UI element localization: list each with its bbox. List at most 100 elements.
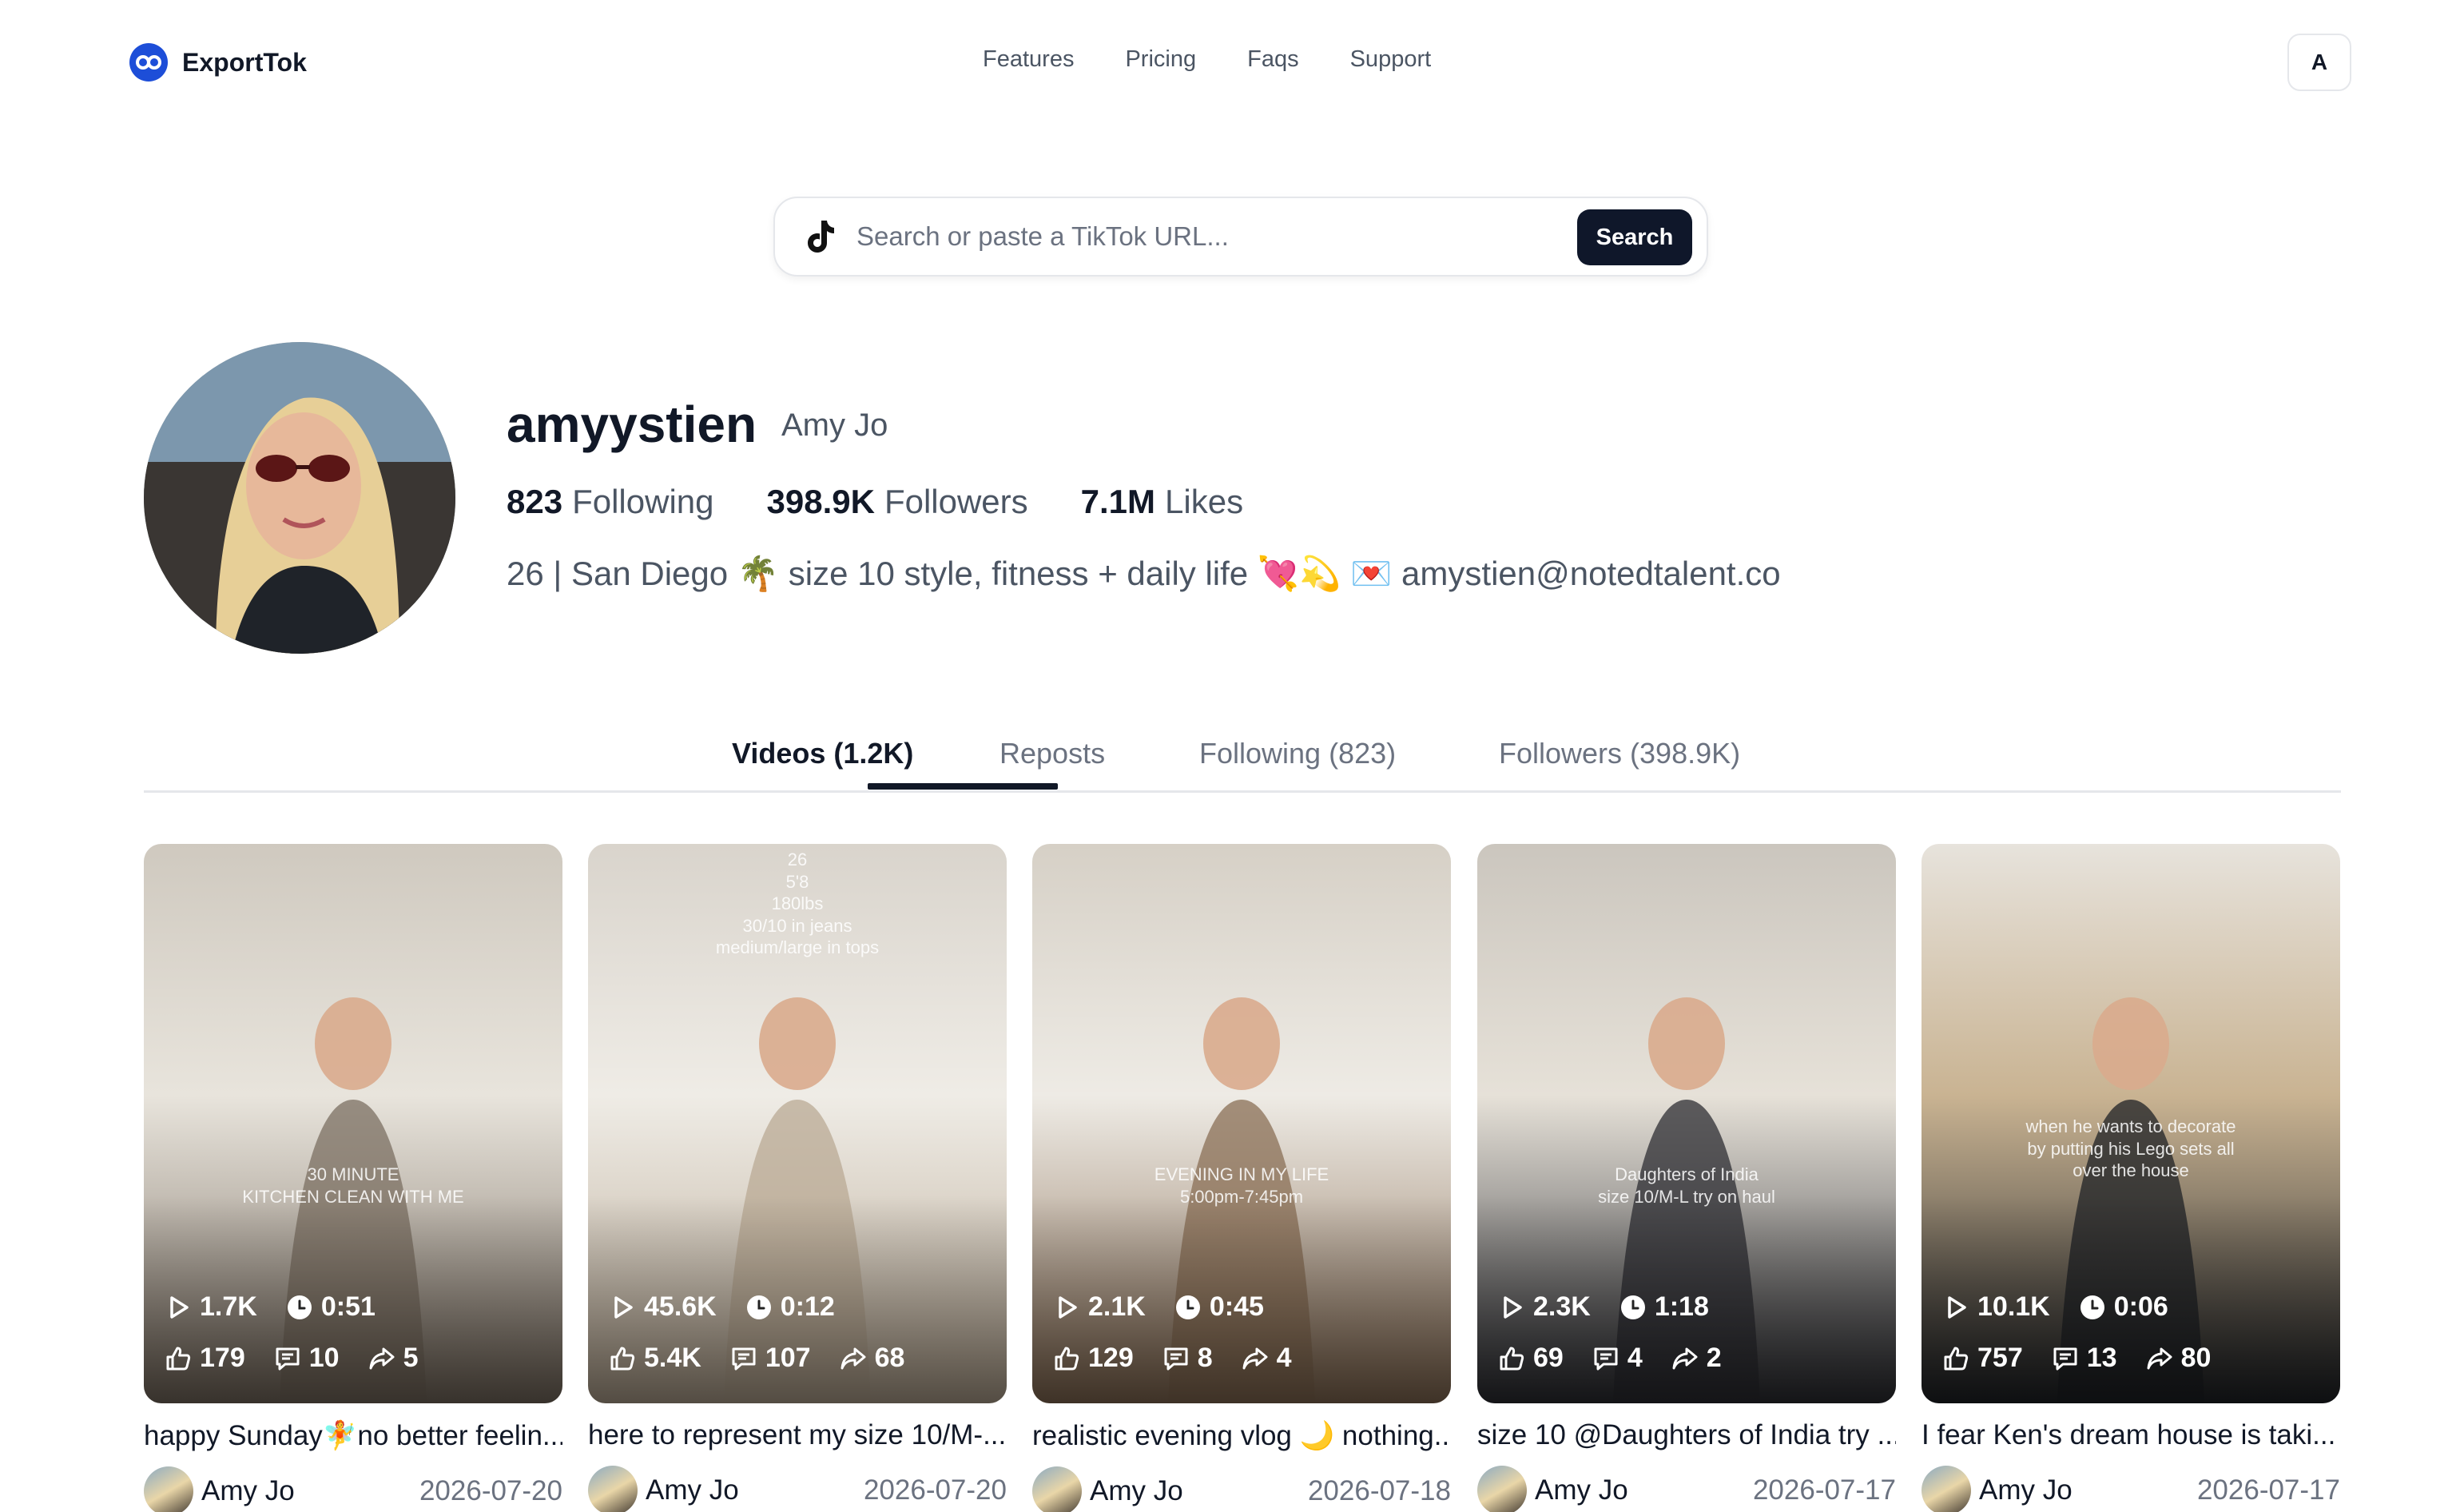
video-card[interactable]: EVENING IN MY LIFE5:00pm-7:45pm 2.1K 0:4… [1032,844,1451,1512]
video-title[interactable]: I fear Ken's dream house is taki... [1922,1419,2340,1451]
video-title[interactable]: here to represent my size 10/M-... [588,1419,1007,1451]
share-icon [369,1347,395,1369]
author-name: Amy Jo [201,1475,295,1506]
view-count: 2.3K [1533,1291,1591,1322]
profile-stats: 823 Following 398.9K Followers 7.1M Likes [507,483,1243,521]
video-date: 2026-07-17 [2196,1474,2340,1506]
video-meta: Amy Jo 2026-07-17 [1922,1466,2340,1512]
duration: 0:45 [1209,1291,1264,1322]
profile-avatar [144,342,455,654]
view-count: 2.1K [1088,1291,1146,1322]
video-thumbnail[interactable]: Daughters of Indiasize 10/M-L try on hau… [1477,844,1896,1403]
video-play-stats: 2.3K 1:18 [1498,1291,1709,1323]
clock-icon [287,1295,312,1319]
video-card[interactable]: Daughters of Indiasize 10/M-L try on hau… [1477,844,1896,1512]
likes-count: 7.1M [1080,483,1156,520]
comment-icon [1164,1347,1188,1370]
thumbs-up-icon [1055,1347,1079,1370]
followers-count: 398.9K [766,483,875,520]
video-meta: Amy Jo 2026-07-20 [144,1466,562,1512]
account-button[interactable]: A [2287,34,2351,91]
stat-following[interactable]: 823 Following [507,483,714,521]
tiktok-icon [808,221,834,253]
like-count: 757 [1977,1343,2023,1373]
following-count: 823 [507,483,563,520]
video-date: 2026-07-20 [863,1474,1007,1506]
video-thumbnail[interactable]: EVENING IN MY LIFE5:00pm-7:45pm 2.1K 0:4… [1032,844,1451,1403]
stat-followers[interactable]: 398.9K Followers [767,483,1028,521]
main-nav: Features Pricing Faqs Support [983,46,1431,73]
share-icon [841,1347,866,1369]
likes-label: Likes [1165,483,1244,520]
share-count: 68 [874,1343,905,1373]
tab-reposts[interactable]: Reposts [1000,737,1105,770]
share-count: 80 [2180,1343,2212,1373]
view-count: 45.6K [644,1291,717,1322]
author-avatar [144,1466,193,1512]
video-play-stats: 1.7K 0:51 [165,1291,376,1323]
search-bar: Search [773,197,1708,277]
video-thumbnail[interactable]: 30 MINUTEKITCHEN CLEAN WITH ME 1.7K 0:51… [144,844,562,1403]
author-name: Amy Jo [646,1474,739,1506]
nav-pricing[interactable]: Pricing [1125,46,1196,73]
video-date: 2026-07-20 [419,1475,562,1506]
followers-label: Followers [884,483,1028,520]
video-thumbnail[interactable]: 26 5'8 180lbs 30/10 in jeans medium/large in… [588,844,1007,1403]
nav-support[interactable]: Support [1350,46,1432,73]
video-card[interactable]: 26 5'8 180lbs 30/10 in jeans medium/large in… [588,844,1007,1512]
like-count: 5.4K [644,1343,701,1373]
duration: 0:51 [320,1291,376,1322]
author-avatar [1922,1466,1971,1512]
profile-bio: 26 | San Diego 🌴 size 10 style, fitness … [507,555,1781,592]
video-card[interactable]: 30 MINUTEKITCHEN CLEAN WITH ME 1.7K 0:51… [144,844,562,1512]
like-count: 69 [1533,1343,1564,1373]
play-icon [1504,1295,1522,1319]
brand-name: ExportTok [182,47,307,77]
play-icon [614,1295,633,1319]
tab-following[interactable]: Following (823) [1199,737,1396,770]
search-input[interactable] [856,221,1560,252]
comment-count: 8 [1197,1343,1213,1373]
duration: 0:12 [780,1291,835,1322]
video-engagement-stats: 5.4K 107 68 [609,1343,904,1374]
share-count: 4 [1276,1343,1292,1373]
profile-photo-icon [144,342,455,654]
tab-videos[interactable]: Videos (1.2K) [732,737,913,770]
video-title[interactable]: realistic evening vlog 🌙 nothing... [1032,1419,1451,1452]
profile-tabs: Videos (1.2K) Reposts Following (823) Fo… [144,727,2341,793]
video-card[interactable]: when he wants to decorate by putting his … [1922,844,2340,1512]
comment-icon [732,1347,756,1370]
video-engagement-stats: 179 10 5 [165,1343,418,1374]
comment-count: 13 [2086,1343,2117,1373]
tab-followers[interactable]: Followers (398.9K) [1499,737,1740,770]
brand-logo[interactable]: ExportTok [129,43,307,82]
nav-faqs[interactable]: Faqs [1247,46,1298,73]
author-avatar [588,1466,638,1512]
video-title[interactable]: size 10 @Daughters of India try ... [1477,1419,1896,1451]
comment-count: 4 [1627,1343,1643,1373]
video-title[interactable]: happy Sunday🧚no better feelin... [144,1419,562,1452]
comment-count: 107 [765,1343,811,1373]
author-name: Amy Jo [1090,1475,1183,1506]
profile-username: amyystien [507,396,757,453]
like-count: 129 [1088,1343,1134,1373]
comment-icon [2053,1347,2077,1370]
video-play-stats: 2.1K 0:45 [1053,1291,1264,1323]
duration: 0:06 [2113,1291,2168,1322]
video-engagement-stats: 69 4 2 [1498,1343,1722,1374]
nav-features[interactable]: Features [983,46,1074,73]
video-meta: Amy Jo 2026-07-20 [588,1466,1007,1512]
like-count: 179 [200,1343,245,1373]
video-play-stats: 45.6K 0:12 [609,1291,835,1323]
clock-icon [746,1295,771,1319]
thumbs-up-icon [166,1347,191,1370]
search-button[interactable]: Search [1577,209,1692,265]
share-icon [2147,1347,2172,1369]
top-header: ExportTok Features Pricing Faqs Support … [0,0,2464,128]
comment-icon [1594,1347,1618,1370]
clock-icon [1175,1295,1200,1319]
video-engagement-stats: 129 8 4 [1053,1343,1292,1374]
clock-icon [2080,1295,2104,1319]
play-icon [1948,1295,1966,1319]
video-thumbnail[interactable]: when he wants to decorate by putting his … [1922,844,2340,1403]
